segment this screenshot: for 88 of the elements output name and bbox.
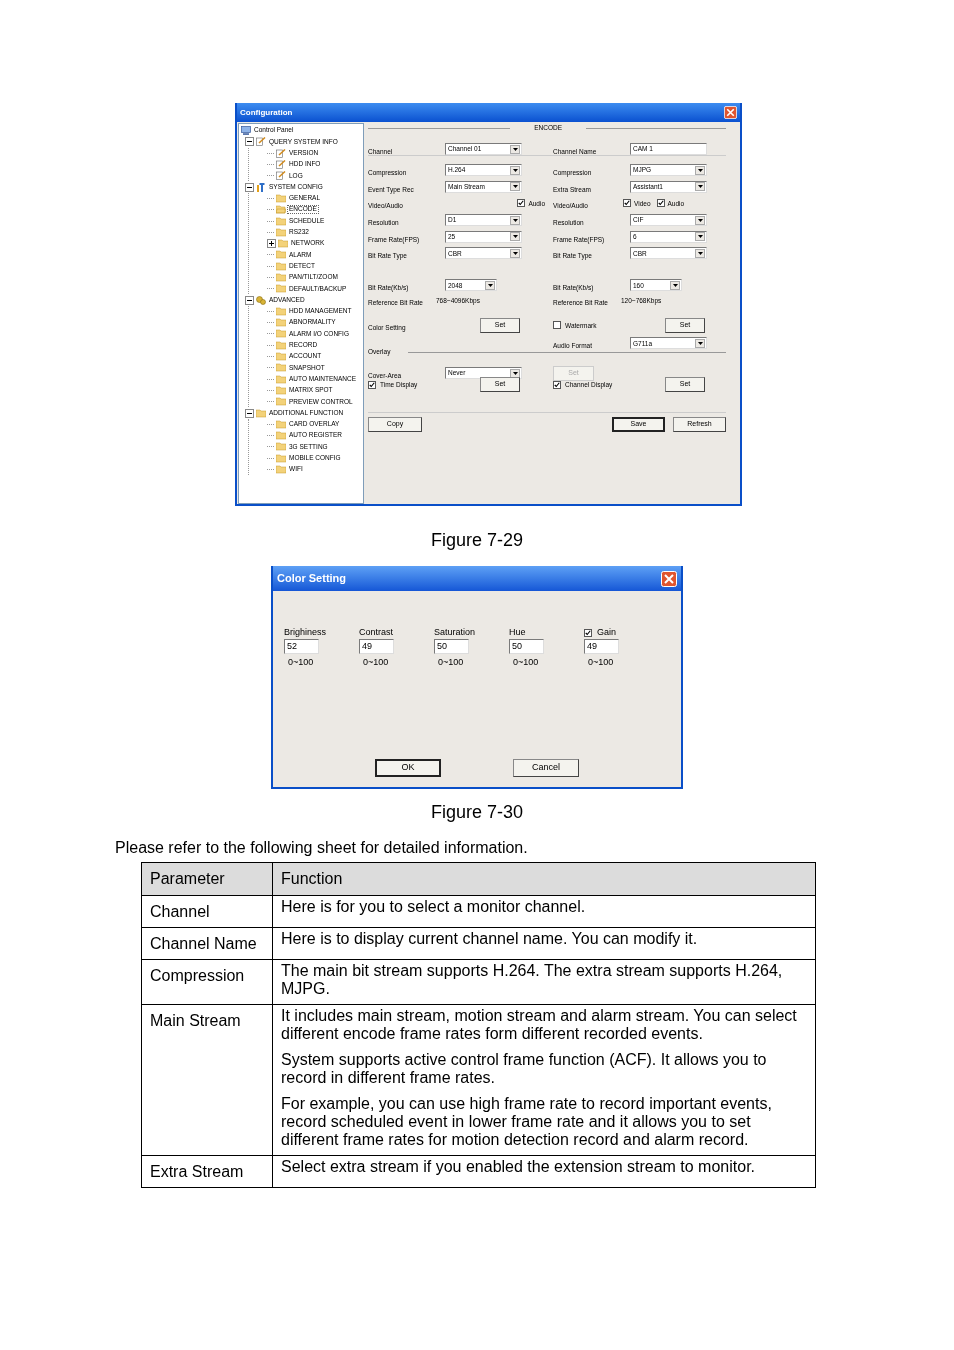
range-hint: 0~100 — [362, 656, 390, 669]
dropdown-arrow-button[interactable] — [510, 144, 520, 154]
dropdown-arrow-button[interactable] — [695, 338, 705, 348]
intro-text: Please refer to the following sheet for detailed information. — [115, 839, 529, 857]
checkbox[interactable] — [553, 380, 561, 389]
caret-icon — [697, 251, 703, 255]
range-hint: 0~100 — [512, 656, 540, 669]
dropdown-arrow-button[interactable] — [510, 215, 520, 225]
dropdown-arrow-button[interactable] — [695, 182, 705, 192]
column-header: Parameter — [141, 862, 273, 896]
open-folder-icon — [276, 205, 286, 215]
dropdown-arrow-button[interactable] — [695, 165, 705, 175]
window-title: Configuration — [240, 106, 293, 119]
collapse-icon[interactable] — [245, 137, 254, 147]
field-label: Contrast — [359, 626, 393, 640]
table-cell: Extra Stream — [141, 1155, 273, 1188]
dropdown-arrow-button[interactable] — [695, 248, 705, 258]
close-icon[interactable] — [661, 570, 677, 587]
document-pencil-icon — [276, 148, 286, 158]
number-input[interactable]: 49 — [359, 639, 394, 654]
table-cell-text: The main bit stream supports H.264. The extra stream supports H.264, MJPG. — [281, 962, 784, 998]
table-cell-text: System supports active control frame function (ACF). It allows you to record in different frame rates. — [281, 1051, 768, 1087]
checkbox[interactable] — [368, 380, 376, 389]
figure-caption: Figure 7-29 — [430, 529, 524, 551]
number-input[interactable]: 52 — [284, 639, 319, 654]
close-icon[interactable] — [724, 106, 737, 119]
expand-icon[interactable] — [267, 239, 276, 249]
document-pencil-icon — [276, 171, 286, 181]
tools-icon — [256, 182, 266, 192]
field-label: Gain — [597, 626, 616, 640]
table-cell: Channel — [141, 895, 273, 928]
table-cell-text: Select extra stream if you enabled the extension stream to monitor. — [281, 1158, 757, 1176]
table-cell: Channel Name — [141, 927, 273, 960]
caret-icon — [512, 371, 518, 375]
checkbox[interactable] — [553, 321, 561, 330]
field-label: Brighiness — [284, 626, 327, 640]
document-pencil-icon — [256, 137, 266, 147]
table-cell-text: For example, you can use high frame rate to record important events, record scheduled event in lower frame rate and it allows you to set different frame rates for motion detection record and alarm record. — [281, 1095, 773, 1149]
caret-icon — [512, 185, 518, 189]
caret-icon — [512, 235, 518, 239]
collapse-icon[interactable] — [245, 182, 254, 192]
checkbox[interactable] — [517, 199, 526, 208]
dialog-title: Color Setting — [277, 571, 347, 587]
number-input[interactable]: 49 — [584, 639, 619, 654]
caret-icon — [697, 218, 703, 222]
caret-icon — [512, 147, 518, 151]
caret-icon — [512, 168, 518, 172]
checkbox[interactable] — [656, 199, 665, 208]
dropdown-arrow-button[interactable] — [695, 215, 705, 225]
number-input[interactable]: 50 — [509, 639, 544, 654]
caret-icon — [697, 185, 703, 189]
table-cell-text: Here is to display current channel name. You can modify it. — [281, 930, 699, 948]
monitor-icon — [241, 126, 251, 136]
range-hint: 0~100 — [437, 656, 465, 669]
field-label: Hue — [509, 626, 526, 640]
dropdown-arrow-button[interactable] — [510, 248, 520, 258]
document-pencil-icon — [276, 160, 286, 170]
dropdown-arrow-button[interactable] — [510, 232, 520, 242]
dropdown-arrow-button[interactable] — [695, 232, 705, 242]
table-cell: Main Stream — [141, 1004, 273, 1156]
dropdown-arrow-button[interactable] — [485, 280, 495, 290]
table-cell-text: It includes main stream, motion stream and alarm stream. You can select different encode frame rates form different recorded events. — [281, 1007, 798, 1043]
dropdown-arrow-button[interactable] — [510, 165, 520, 175]
caret-icon — [697, 235, 703, 239]
button[interactable]: Cancel — [513, 759, 579, 777]
table-cell-text: Here is for you to select a monitor channel. — [281, 898, 587, 916]
button[interactable]: OK — [375, 759, 441, 777]
caret-icon — [487, 283, 493, 287]
caret-icon — [512, 218, 518, 222]
collapse-icon[interactable] — [245, 295, 254, 305]
gears-icon — [256, 295, 266, 305]
dropdown-arrow-button[interactable] — [670, 280, 680, 290]
caret-icon — [512, 251, 518, 255]
table-cell: Compression — [141, 959, 273, 1005]
figure-caption: Figure 7-30 — [430, 801, 524, 823]
collapse-icon[interactable] — [245, 408, 254, 418]
column-header: Function — [272, 862, 816, 896]
caret-icon — [697, 168, 703, 172]
folder-icon — [276, 193, 286, 203]
number-input[interactable]: 50 — [434, 639, 469, 654]
range-hint: 0~100 — [587, 656, 615, 669]
field-label: Saturation — [434, 626, 476, 640]
caret-icon — [672, 283, 678, 287]
checkbox[interactable] — [584, 629, 592, 637]
dropdown-arrow-button[interactable] — [510, 182, 520, 192]
caret-icon — [697, 341, 703, 345]
range-hint: 0~100 — [287, 656, 315, 669]
checkbox[interactable] — [623, 199, 631, 208]
